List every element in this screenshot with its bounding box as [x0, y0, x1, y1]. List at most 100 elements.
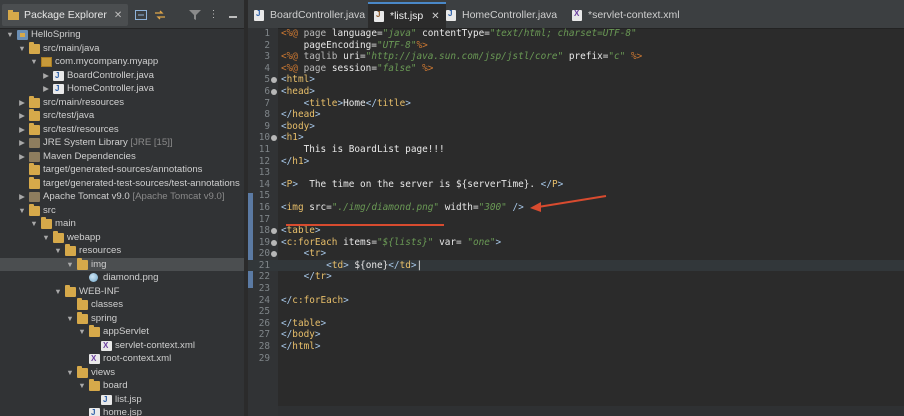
tree-item[interactable]: ▼ spring	[0, 311, 244, 326]
code-line[interactable]: 4 <%@ page session="false" %>	[248, 63, 904, 75]
fold-toggle-icon[interactable]	[271, 239, 277, 246]
editor-tab[interactable]: *servlet-context.xml	[566, 4, 686, 26]
editor-tab[interactable]: BoardController.java	[248, 4, 371, 26]
tree-item[interactable]: target/generated-sources/annotations	[0, 163, 244, 177]
fold-toggle-icon[interactable]	[271, 228, 277, 235]
tree-item[interactable]: servlet-context.xml	[0, 339, 244, 352]
expanded-icon[interactable]: ▼	[6, 28, 14, 42]
fold-toggle-icon[interactable]	[271, 77, 277, 84]
code-line[interactable]: 23	[248, 283, 904, 295]
minimize-icon[interactable]	[226, 9, 239, 20]
collapse-all-icon[interactable]	[134, 9, 147, 20]
code-line[interactable]: 2 pageEncoding="UTF-8"%>	[248, 40, 904, 52]
tree-item[interactable]: ▼ appServlet	[0, 325, 244, 339]
code-line[interactable]: 13	[248, 167, 904, 179]
tree-item[interactable]: ▶ JRE System Library [JRE [15]]	[0, 136, 244, 150]
tree-item[interactable]: ▶ Apache Tomcat v9.0 [Apache Tomcat v9.0]	[0, 190, 244, 204]
code-line[interactable]: 14 <P> The time on the server is ${server…	[248, 179, 904, 191]
code-line[interactable]: 5 <html>	[248, 74, 904, 86]
tree-item[interactable]: ▼ resources	[0, 244, 244, 258]
tree-item[interactable]: classes	[0, 298, 244, 312]
tree-item[interactable]: ▼ WEB-INF	[0, 284, 244, 299]
expanded-icon[interactable]: ▼	[78, 379, 86, 393]
code-line[interactable]: 26 </table>	[248, 318, 904, 330]
code-line[interactable]: 28 </html>	[248, 341, 904, 353]
tree-item[interactable]: ▼ com.mycompany.myapp	[0, 55, 244, 69]
tree-item[interactable]: ▼ views	[0, 365, 244, 380]
code-line[interactable]: 9 <body>	[248, 121, 904, 133]
collapsed-icon[interactable]: ▶	[18, 96, 26, 110]
code-line[interactable]: 25	[248, 306, 904, 318]
collapsed-icon[interactable]: ▶	[18, 109, 26, 123]
tree-item[interactable]: ▼ main	[0, 217, 244, 231]
code-line[interactable]: 11 This is BoardList page!!!	[248, 144, 904, 156]
expanded-icon[interactable]: ▼	[66, 258, 74, 272]
code-line[interactable]: 8 </head>	[248, 109, 904, 121]
collapsed-icon[interactable]: ▶	[18, 123, 26, 137]
tree-item[interactable]: ▼ src	[0, 203, 244, 218]
tree-item[interactable]: ▶ src/main/resources	[0, 95, 244, 110]
link-with-editor-icon[interactable]	[153, 9, 166, 20]
close-icon[interactable]: ✕	[114, 10, 122, 21]
tree-item-label: home.jsp	[103, 407, 142, 416]
tree-item[interactable]: ▶ src/test/resources	[0, 122, 244, 137]
expanded-icon[interactable]: ▼	[18, 204, 26, 218]
expanded-icon[interactable]: ▼	[18, 42, 26, 56]
collapsed-icon[interactable]: ▶	[42, 69, 50, 83]
expanded-icon[interactable]: ▼	[66, 312, 74, 326]
code-line[interactable]: 1 <%@ page language="java" contentType="t…	[248, 28, 904, 40]
code-line[interactable]: 7 <title>Home</title>	[248, 98, 904, 110]
code-line[interactable]: 10 <h1>	[248, 132, 904, 144]
tree-item[interactable]: home.jsp	[0, 406, 244, 416]
code-line[interactable]: 21 <td> ${one}</td>|	[248, 259, 904, 272]
editor-tab[interactable]: *list.jsp ✕	[368, 2, 446, 28]
tree-item[interactable]: diamond.png	[0, 271, 244, 285]
package-explorer-tab[interactable]: Package Explorer ✕	[2, 4, 129, 26]
code-line[interactable]: 27 </body>	[248, 329, 904, 341]
code-line[interactable]: 18 <table>	[248, 225, 904, 237]
code-line[interactable]: 22 </tr>	[248, 271, 904, 283]
expanded-icon[interactable]: ▼	[54, 285, 62, 299]
code-line[interactable]: 20 <tr>	[248, 248, 904, 260]
tree-item-label: list.jsp	[115, 393, 142, 405]
collapsed-icon[interactable]: ▶	[18, 150, 26, 164]
collapsed-icon[interactable]: ▶	[18, 190, 26, 204]
expanded-icon[interactable]: ▼	[30, 55, 38, 69]
tree-item[interactable]: ▶ Maven Dependencies	[0, 150, 244, 164]
code-line[interactable]: 24 </c:forEach>	[248, 295, 904, 307]
code-token: tr	[314, 271, 327, 283]
code-line[interactable]: 19 <c:forEach items="${lists}" var= "one"…	[248, 237, 904, 249]
collapsed-icon[interactable]: ▶	[42, 82, 50, 96]
tree-item[interactable]: ▼ board	[0, 379, 244, 393]
fold-toggle-icon[interactable]	[271, 88, 277, 95]
editor-tab[interactable]: HomeController.java	[440, 4, 563, 26]
close-icon[interactable]: ✕	[431, 11, 439, 22]
tree-item[interactable]: root-context.xml	[0, 352, 244, 366]
tree-item[interactable]: ▼ webapp	[0, 230, 244, 245]
tree-item[interactable]: target/generated-test-sources/test-annot…	[0, 176, 244, 191]
expanded-icon[interactable]: ▼	[30, 217, 38, 231]
code-line[interactable]: 3 <%@ taglib uri="http://java.sun.com/jsp…	[248, 51, 904, 63]
expanded-icon[interactable]: ▼	[54, 244, 62, 258]
fold-toggle-icon[interactable]	[271, 251, 277, 258]
tree-item[interactable]: ▶ HomeController.java	[0, 82, 244, 96]
collapsed-icon[interactable]: ▶	[18, 136, 26, 150]
horizontal-scrollbar[interactable]	[278, 406, 904, 416]
filter-icon[interactable]	[188, 9, 201, 20]
code-line[interactable]: 29	[248, 353, 904, 365]
tree-item[interactable]: list.jsp	[0, 393, 244, 406]
view-menu-icon[interactable]: ⋮	[207, 9, 220, 20]
code-line[interactable]: 6 <head>	[248, 86, 904, 98]
tree-item[interactable]: ▼ HelloSpring	[0, 28, 244, 42]
tree-item[interactable]: ▼ img	[0, 257, 244, 272]
jsp-file-icon	[89, 406, 100, 416]
expanded-icon[interactable]: ▼	[42, 231, 50, 245]
code-line[interactable]: 12 </h1>	[248, 156, 904, 168]
expanded-icon[interactable]: ▼	[78, 325, 86, 339]
tree-item[interactable]: ▶ BoardController.java	[0, 69, 244, 83]
fold-toggle-icon[interactable]	[271, 135, 277, 142]
tree-item[interactable]: ▶ src/test/java	[0, 109, 244, 123]
tree-item[interactable]: ▼ src/main/java	[0, 41, 244, 56]
code-text: <table>	[281, 225, 321, 237]
expanded-icon[interactable]: ▼	[66, 366, 74, 380]
